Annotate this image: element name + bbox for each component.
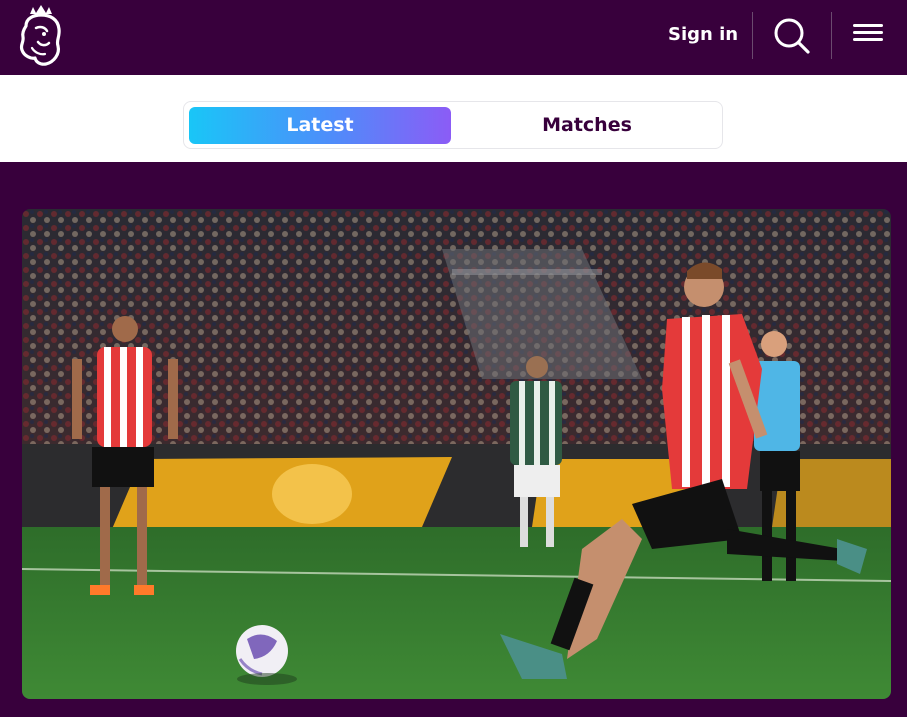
sign-in-link[interactable]: Sign in bbox=[668, 20, 738, 50]
header-divider bbox=[752, 12, 753, 59]
menu-button[interactable] bbox=[853, 24, 889, 48]
search-button[interactable] bbox=[772, 16, 812, 56]
search-icon bbox=[774, 18, 810, 54]
header-divider bbox=[831, 12, 832, 59]
lion-crest-icon bbox=[19, 5, 61, 66]
tab-matches[interactable]: Matches bbox=[456, 107, 718, 144]
football-match-photo bbox=[22, 209, 891, 699]
content-tab-strip: Latest Matches bbox=[0, 75, 907, 162]
hero-article-image[interactable] bbox=[22, 209, 891, 699]
tab-latest[interactable]: Latest bbox=[189, 107, 451, 144]
hamburger-menu-icon bbox=[853, 24, 889, 41]
tab-switcher: Latest Matches bbox=[183, 101, 723, 149]
top-navigation-bar: Sign in bbox=[0, 0, 907, 75]
premier-league-logo[interactable] bbox=[14, 4, 68, 68]
